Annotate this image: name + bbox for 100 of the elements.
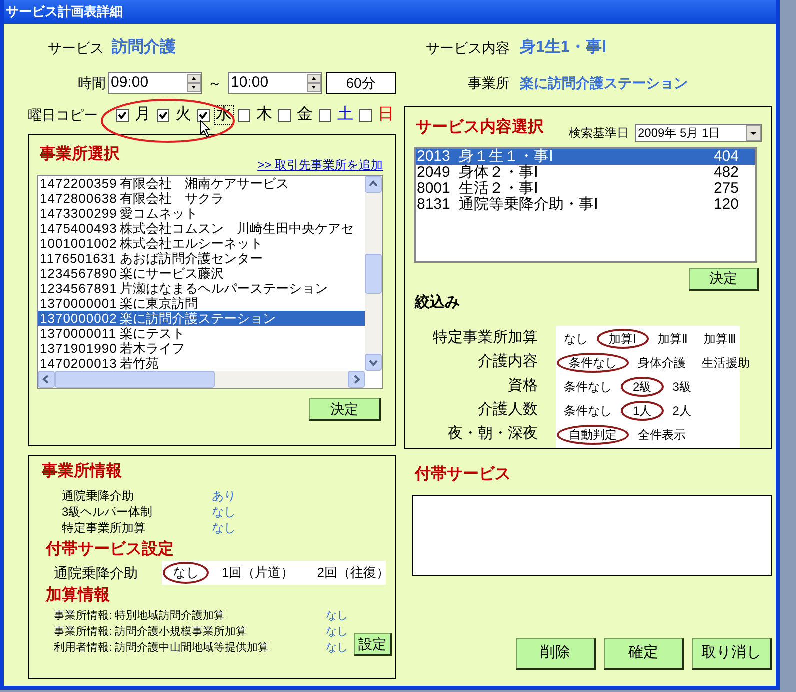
- list-item[interactable]: 1472200359 有限会社 湘南ケアサービス: [38, 176, 365, 191]
- filter-option[interactable]: 2級: [621, 377, 664, 397]
- filter-label: 夜・朝・深夜: [448, 424, 538, 444]
- checkbox[interactable]: [359, 108, 372, 122]
- list-item[interactable]: 8001 生活２・事Ⅰ 275: [416, 180, 755, 197]
- scroll-down-icon[interactable]: [365, 354, 382, 371]
- office-list[interactable]: [37, 175, 383, 389]
- action-button[interactable]: 取り消し: [692, 638, 772, 670]
- list-item[interactable]: 1370000002 楽に訪問介護ステーション: [38, 311, 365, 326]
- range-separator: ～: [207, 74, 223, 92]
- field-value: 訪問介護: [112, 37, 176, 58]
- filter-option[interactable]: 加算Ⅰ: [597, 329, 649, 349]
- filter-label: 資格: [508, 376, 538, 396]
- info-label: 通院乗降介助: [62, 488, 135, 504]
- day-label[interactable]: 日: [376, 105, 396, 125]
- list-item[interactable]: 2049 身体２・事Ⅰ 482: [416, 164, 755, 181]
- filter-option[interactable]: 2人: [666, 401, 698, 421]
- spin-icon[interactable]: [307, 74, 321, 92]
- time-field[interactable]: 10:00: [228, 72, 322, 94]
- checkbox[interactable]: [318, 108, 332, 122]
- info-value: あり: [212, 488, 237, 504]
- section-title: 付帯サービス設定: [46, 540, 175, 560]
- info-label: 3級ヘルパー体制: [62, 504, 154, 520]
- add-office-link[interactable]: >> 取引先事業所を追加: [258, 156, 383, 174]
- vertical-scrollbar[interactable]: [365, 176, 382, 371]
- window-title: サービス計画表詳細: [6, 3, 123, 22]
- day-label[interactable]: 月: [132, 105, 153, 125]
- filter-option[interactable]: 加算Ⅱ: [651, 329, 695, 349]
- info-value: なし: [326, 625, 348, 640]
- filter-label: 介護人数: [478, 400, 538, 420]
- list-item[interactable]: 1470200013 若竹苑: [38, 356, 365, 371]
- field-label: 事業所: [467, 74, 510, 92]
- filter-option[interactable]: なし: [557, 329, 595, 349]
- day-label[interactable]: 金: [294, 105, 315, 125]
- confirm-button[interactable]: 決定: [309, 398, 381, 421]
- list-item[interactable]: 1370000011 楽にテスト: [38, 326, 365, 341]
- option[interactable]: なし: [163, 562, 209, 584]
- filter-option[interactable]: 条件なし: [557, 353, 629, 373]
- checkbox[interactable]: [156, 108, 170, 122]
- filter-option[interactable]: 全件表示: [631, 425, 693, 445]
- filter-option[interactable]: 3級: [666, 377, 698, 397]
- checkbox[interactable]: [238, 108, 250, 122]
- scroll-up-icon[interactable]: [365, 176, 382, 193]
- service-list[interactable]: 2013 身１生１・事Ⅰ 404 2049 身体２・事Ⅰ 482 8001 生活２・事Ⅰ 275 8131 通院等乗降介助・事Ⅰ 120: [414, 146, 757, 262]
- list-item[interactable]: 1473300299 愛コムネット: [38, 206, 365, 221]
- list-item[interactable]: 8131 通院等乗降介助・事Ⅰ 120: [416, 196, 755, 213]
- date-dropdown[interactable]: 2009年 5月 1日: [635, 124, 762, 142]
- section-title: 絞込み: [415, 292, 461, 312]
- scroll-right-icon[interactable]: [348, 371, 365, 388]
- field-label: サービス: [48, 38, 105, 58]
- info-value: なし: [326, 641, 348, 656]
- info-label: 事業所情報: 特別地域訪問介護加算: [54, 608, 226, 624]
- scroll-left-icon[interactable]: [38, 371, 55, 388]
- list-item[interactable]: 1475400493 株式会社コムスン 川崎生田中央ケアセ: [38, 221, 365, 236]
- list-item[interactable]: 1472800638 有限会社 サクラ: [38, 191, 365, 206]
- option[interactable]: 1回（片道）: [212, 562, 304, 584]
- day-label[interactable]: 土: [335, 105, 356, 125]
- spin-icon[interactable]: [187, 74, 201, 92]
- section-title: 付帯サービス: [415, 465, 512, 485]
- list-item[interactable]: 1176501631 あおば訪問介護センター: [38, 251, 365, 266]
- checkbox[interactable]: [116, 108, 129, 122]
- filter-option[interactable]: 条件なし: [557, 377, 619, 397]
- day-label[interactable]: 火: [173, 105, 194, 125]
- settings-button[interactable]: 設定: [354, 633, 392, 656]
- filter-label: 介護内容: [478, 352, 538, 372]
- scroll-thumb[interactable]: [55, 371, 215, 388]
- horizontal-scrollbar[interactable]: [38, 371, 365, 388]
- filter-option[interactable]: 1人: [621, 401, 664, 421]
- filter-option[interactable]: 生活援助: [695, 353, 757, 373]
- time-field[interactable]: 09:00: [108, 72, 202, 94]
- info-label: 利用者情報: 訪問介護中山間地域等提供加算: [54, 640, 270, 656]
- confirm-button[interactable]: 決定: [689, 268, 759, 290]
- field-label: 検索基準日: [569, 124, 629, 142]
- day-label[interactable]: 木: [254, 105, 274, 125]
- list-item[interactable]: 2013 身１生１・事Ⅰ 404: [416, 148, 755, 165]
- action-button[interactable]: 削除: [516, 638, 596, 670]
- list-item[interactable]: 1234567890 楽にサービス藤沢: [38, 266, 365, 281]
- info-value: なし: [326, 609, 348, 624]
- field-label: 曜日コピー: [28, 106, 99, 124]
- filter-option[interactable]: 身体介護: [631, 353, 693, 373]
- checkbox[interactable]: [278, 108, 291, 122]
- option[interactable]: 2回（往復）: [307, 562, 400, 584]
- info-label: 事業所情報: 訪問介護小規模事業所加算: [54, 624, 248, 640]
- field-label: 時間: [78, 74, 107, 92]
- checkbox[interactable]: [197, 108, 210, 122]
- list-item[interactable]: 1001001002 株式会社エルシーネット: [38, 236, 365, 251]
- field-value: 楽に訪問介護ステーション: [520, 74, 688, 92]
- field-value: 身1生1・事Ⅰ: [520, 38, 607, 58]
- field-label: サービス内容: [425, 38, 510, 58]
- supplementary-service-box[interactable]: [412, 495, 772, 576]
- action-button[interactable]: 確定: [604, 638, 684, 670]
- filter-option[interactable]: 加算Ⅲ: [697, 329, 743, 349]
- filter-label: 特定事業所加算: [433, 328, 538, 348]
- scroll-thumb[interactable]: [365, 254, 382, 294]
- list-item[interactable]: 1234567891 片瀬はなまるヘルパーステーション: [38, 281, 365, 296]
- info-label: 特定事業所加算: [62, 520, 147, 536]
- list-item[interactable]: 1370000001 楽に東京訪問: [38, 296, 365, 311]
- filter-option[interactable]: 自動判定: [557, 425, 629, 445]
- list-item[interactable]: 1371901990 若木ライフ: [38, 341, 365, 356]
- filter-option[interactable]: 条件なし: [557, 401, 619, 421]
